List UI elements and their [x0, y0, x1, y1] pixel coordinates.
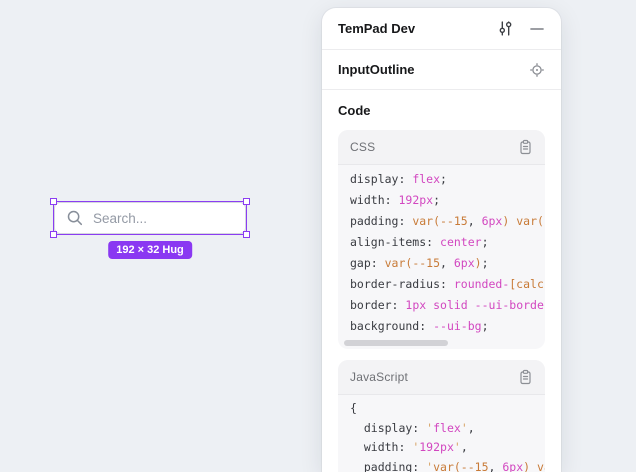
- search-input-component[interactable]: Search... 192 × 32 Hug: [54, 202, 246, 234]
- clipboard-icon[interactable]: [518, 139, 533, 155]
- code-line: width: '192px',: [350, 438, 533, 458]
- css-block-header: CSS: [338, 130, 545, 165]
- panel-title: TemPad Dev: [338, 21, 415, 36]
- magnifier-icon: [66, 209, 84, 227]
- css-block-label: CSS: [350, 140, 375, 154]
- javascript-block-label: JavaScript: [350, 370, 408, 384]
- horizontal-scrollbar-thumb[interactable]: [344, 340, 448, 346]
- code-line: background: --ui-bg;: [350, 316, 533, 337]
- code-line: padding: 'var(--15, 6px) var: [350, 458, 533, 472]
- search-input[interactable]: Search...: [54, 202, 246, 234]
- crosshair-icon[interactable]: [529, 62, 545, 78]
- sliders-icon[interactable]: [497, 20, 514, 37]
- code-line: padding: var(--15, 6px) var(--: [350, 211, 533, 232]
- panel-header: TemPad Dev: [322, 8, 561, 50]
- css-code-text[interactable]: display: flex;width: 192px;padding: var(…: [338, 165, 545, 337]
- css-code-block: CSS display: flex;width: 192px;padding: …: [338, 130, 545, 349]
- code-line: border-radius: rounded-[calc(v: [350, 274, 533, 295]
- code-section-title: Code: [338, 103, 545, 118]
- component-name: InputOutline: [338, 62, 415, 77]
- minimize-icon[interactable]: [529, 21, 545, 37]
- javascript-block-header: JavaScript: [338, 360, 545, 395]
- clipboard-icon[interactable]: [518, 369, 533, 385]
- horizontal-scrollbar: [344, 340, 539, 346]
- code-line: align-items: center;: [350, 232, 533, 253]
- code-line: {: [350, 399, 533, 419]
- search-placeholder-text: Search...: [93, 211, 147, 226]
- code-section: Code CSS display: flex;width: 192px;padd…: [322, 90, 561, 472]
- code-line: gap: var(--15, 6px);: [350, 253, 533, 274]
- code-line: display: 'flex',: [350, 419, 533, 439]
- javascript-code-block: JavaScript { display: 'flex', width: '19…: [338, 360, 545, 472]
- selected-component-row: InputOutline: [322, 50, 561, 90]
- selection-size-badge: 192 × 32 Hug: [108, 241, 192, 259]
- code-line: width: 192px;: [350, 190, 533, 211]
- code-line: display: flex;: [350, 169, 533, 190]
- tempad-dev-panel: TemPad Dev InputOutline: [322, 8, 561, 472]
- code-line: border: 1px solid --ui-border-: [350, 295, 533, 316]
- javascript-code-text[interactable]: { display: 'flex', width: '192px', paddi…: [338, 395, 545, 472]
